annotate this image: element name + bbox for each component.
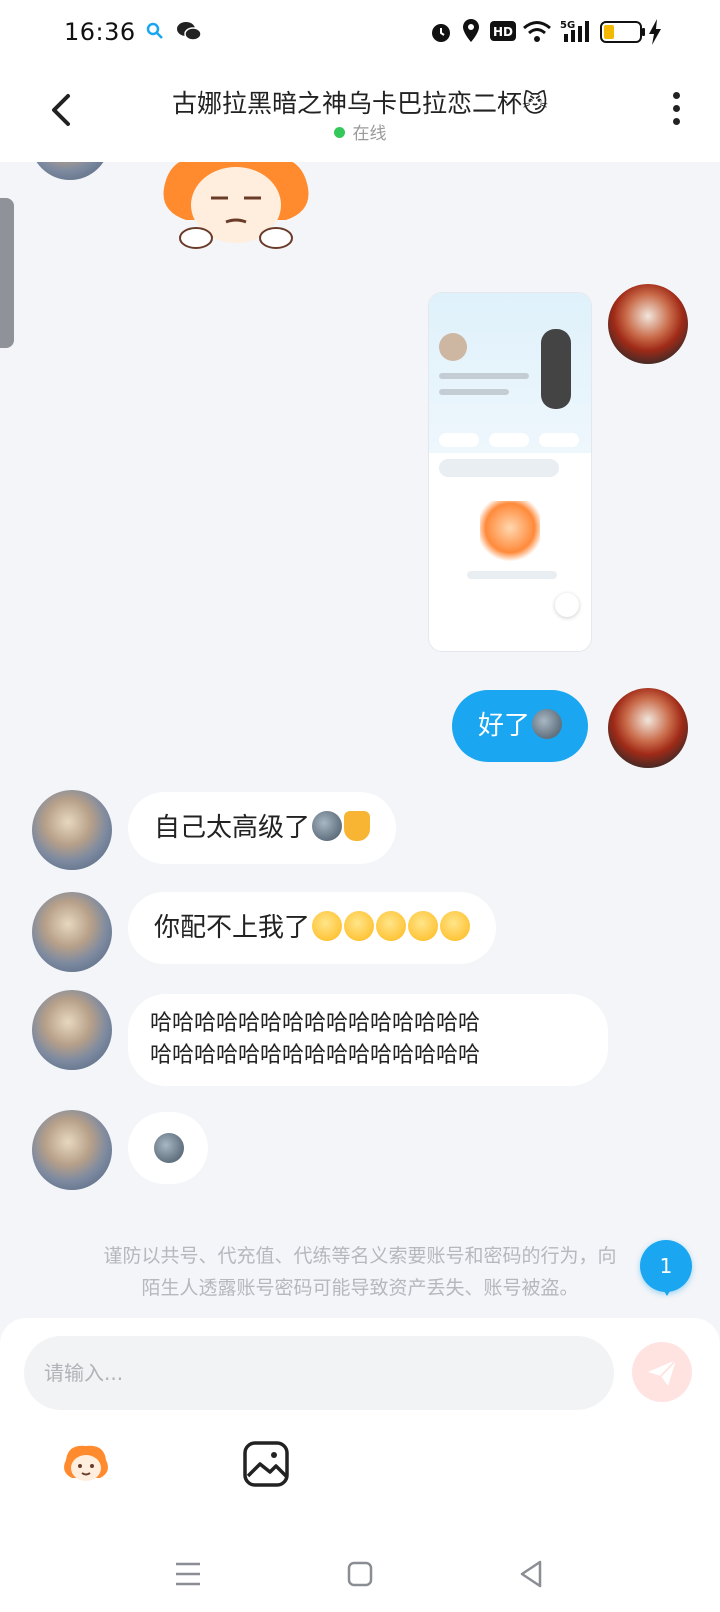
new-moon-face-icon [312, 811, 343, 841]
thumbnail-avatar [439, 333, 467, 361]
message-text: 好了 [478, 711, 531, 741]
signal-5g-icon: 5G [560, 20, 589, 42]
friend-avatar[interactable] [32, 790, 112, 870]
eye-roll-icon [376, 911, 407, 941]
side-drawer-handle[interactable] [0, 198, 14, 348]
eye-roll-icon [344, 911, 375, 941]
message-bubble-incoming[interactable]: 自己太高级了 [128, 792, 397, 864]
message-text: 你配不上我了 [154, 913, 311, 943]
message-text-line: 哈哈哈哈哈哈哈哈哈哈哈哈哈哈哈 [150, 1011, 481, 1036]
svg-text:HD: HD [493, 25, 513, 39]
back-nav-icon[interactable] [512, 1554, 552, 1594]
online-dot-icon [333, 127, 345, 138]
location-icon [463, 19, 479, 42]
more-options-button[interactable] [666, 92, 686, 132]
new-moon-face-icon [154, 1133, 184, 1163]
friend-avatar[interactable] [32, 990, 112, 1070]
my-avatar[interactable] [608, 688, 688, 768]
message-bubble-incoming[interactable] [128, 1112, 208, 1184]
search-icon [146, 22, 163, 39]
new-moon-face-icon [532, 709, 563, 739]
thumbnail-figure [541, 329, 571, 409]
battery-icon [600, 21, 645, 43]
friend-avatar[interactable] [32, 1110, 112, 1190]
message-input[interactable] [24, 1336, 614, 1410]
thumbnail-heart-icon [555, 593, 579, 617]
status-bar: 16:36 HD 5G [0, 0, 720, 66]
eye-roll-icon [408, 911, 439, 941]
svg-text:5G: 5G [560, 20, 575, 31]
sticker-image[interactable] [156, 162, 316, 252]
charging-icon [649, 19, 661, 45]
message-text: 自己太高级了 [154, 813, 311, 843]
my-avatar[interactable] [608, 284, 688, 364]
alarm-icon [432, 24, 450, 42]
image-message[interactable] [428, 292, 592, 652]
message-bubble-incoming[interactable]: 哈哈哈哈哈哈哈哈哈哈哈哈哈哈哈 哈哈哈哈哈哈哈哈哈哈哈哈哈哈哈 [128, 994, 608, 1086]
friend-avatar[interactable] [32, 892, 112, 972]
wifi-icon [523, 21, 551, 42]
hd-icon: HD [490, 21, 516, 41]
send-icon [648, 1359, 677, 1386]
chat-message-list[interactable]: 好了 自己太高级了 你配不上我了 哈哈哈哈哈哈哈哈哈哈哈哈哈哈哈 哈哈哈哈哈哈哈… [0, 162, 720, 1330]
status-time: 16:36 [64, 18, 136, 46]
online-status: 在线 [0, 119, 720, 144]
wechat-icon [177, 22, 202, 41]
thumbnail-sticker [480, 501, 540, 561]
eye-roll-icon [440, 911, 471, 941]
chat-title: 古娜拉黑暗之神乌卡巴拉恋二杯😼 [171, 89, 549, 118]
safety-notice: 谨防以共号、代充值、代练等名义索要账号和密码的行为，向 陌生人透露账号密码可能导… [0, 1240, 720, 1304]
message-bubble-incoming[interactable]: 你配不上我了 [128, 892, 497, 964]
safety-notice-line: 谨防以共号、代充值、代练等名义索要账号和密码的行为，向 [103, 1245, 617, 1267]
unread-count-badge[interactable]: 1 [640, 1240, 692, 1296]
eye-roll-icon [312, 911, 343, 941]
chat-header: 古娜拉黑暗之神乌卡巴拉恋二杯😼 在线 [0, 66, 720, 162]
system-nav-bar [0, 1540, 720, 1612]
image-picker-icon[interactable] [240, 1438, 292, 1490]
menu-icon[interactable] [168, 1554, 208, 1594]
sticker-panel-icon[interactable] [60, 1438, 112, 1490]
safety-notice-line: 陌生人透露账号密码可能导致资产丢失、账号被盗。 [141, 1277, 579, 1299]
online-status-label: 在线 [352, 124, 387, 144]
home-icon[interactable] [340, 1554, 380, 1594]
send-button[interactable] [632, 1342, 692, 1402]
image-thumbnail [429, 293, 591, 453]
friend-avatar[interactable] [30, 162, 110, 180]
message-bubble-outgoing[interactable]: 好了 [452, 690, 589, 762]
message-text-line: 哈哈哈哈哈哈哈哈哈哈哈哈哈哈哈 [150, 1043, 481, 1068]
thumbs-up-icon [344, 811, 371, 841]
